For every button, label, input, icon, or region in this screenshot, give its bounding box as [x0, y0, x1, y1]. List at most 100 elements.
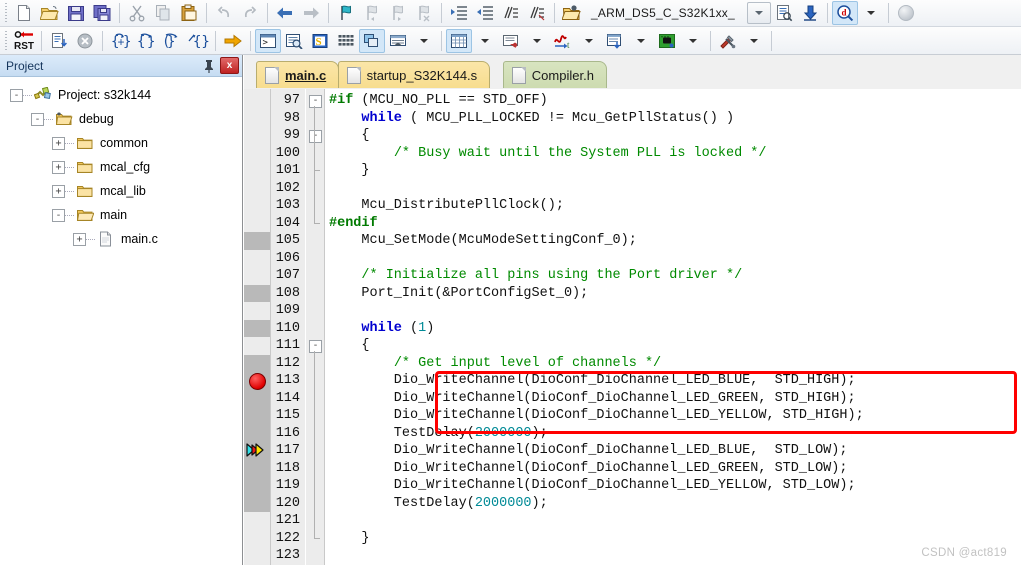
- step-over-icon[interactable]: {}: [133, 29, 159, 53]
- editor-code-area[interactable]: #if (MCU_NO_PLL == STD_OFF) while ( MCU_…: [325, 89, 1021, 565]
- symbols-icon[interactable]: S: [307, 29, 333, 53]
- command-window-icon[interactable]: >: [255, 28, 281, 53]
- code-line[interactable]: Mcu_SetMode(McuModeSettingConf_0);: [325, 232, 1021, 250]
- step-out-icon[interactable]: (}: [159, 29, 185, 53]
- indent-decrease-icon[interactable]: [472, 1, 498, 25]
- copy-icon[interactable]: [150, 1, 176, 25]
- code-line[interactable]: #endif: [325, 215, 1021, 233]
- code-line[interactable]: TestDelay(2000000);: [325, 495, 1021, 513]
- code-line[interactable]: /* Get input level of channels */: [325, 355, 1021, 373]
- tab-compiler-h[interactable]: Compiler.h: [502, 61, 607, 88]
- code-line[interactable]: {: [325, 127, 1021, 145]
- project-target-dropdown[interactable]: [747, 2, 771, 24]
- code-line[interactable]: }: [325, 530, 1021, 548]
- current-execution-marker[interactable]: [245, 442, 269, 458]
- expand-icon[interactable]: +: [73, 232, 86, 246]
- comment-icon[interactable]: [498, 1, 524, 25]
- code-line[interactable]: /* Busy wait until the System PLL is loc…: [325, 145, 1021, 163]
- system-viewer-dropdown[interactable]: [680, 29, 706, 53]
- step-into-icon[interactable]: {}+: [107, 29, 133, 53]
- code-line[interactable]: Dio_WriteChannel(DioConf_DioChannel_LED_…: [325, 477, 1021, 495]
- watch-window-dropdown[interactable]: [411, 29, 437, 53]
- fold-toggle-111[interactable]: -: [309, 340, 322, 353]
- expand-icon[interactable]: +: [52, 136, 65, 150]
- expand-icon[interactable]: +: [52, 160, 65, 174]
- tree-item-mcal-lib[interactable]: + mcal_lib: [0, 179, 242, 203]
- toolbar-grip[interactable]: [2, 3, 9, 23]
- project-options-icon[interactable]: [771, 1, 797, 25]
- bookmark-next-icon[interactable]: [385, 1, 411, 25]
- code-line[interactable]: Dio_WriteChannel(DioConf_DioChannel_LED_…: [325, 442, 1021, 460]
- toolbox-icon[interactable]: [715, 29, 741, 53]
- open-project-icon[interactable]: [559, 1, 585, 25]
- code-line[interactable]: #if (MCU_NO_PLL == STD_OFF): [325, 92, 1021, 110]
- trace-icon[interactable]: [602, 29, 628, 53]
- fold-toggle-97[interactable]: -: [309, 95, 322, 108]
- fold-toggle-99[interactable]: -: [309, 130, 322, 143]
- run-to-cursor-icon[interactable]: {}: [185, 29, 211, 53]
- code-line[interactable]: {: [325, 337, 1021, 355]
- serial-window-icon[interactable]: [498, 29, 524, 53]
- tree-item-common[interactable]: + common: [0, 131, 242, 155]
- code-line[interactable]: Mcu_DistributePllClock();: [325, 197, 1021, 215]
- tab-startup-s32k144-s[interactable]: startup_S32K144.s: [337, 61, 491, 88]
- project-target-combo[interactable]: _ARM_DS5_C_S32K1xx_: [585, 3, 747, 23]
- code-line[interactable]: TestDelay(2000000);: [325, 425, 1021, 443]
- code-line[interactable]: Dio_WriteChannel(DioConf_DioChannel_LED_…: [325, 390, 1021, 408]
- save-icon[interactable]: [63, 1, 89, 25]
- toolbox-dropdown[interactable]: [741, 29, 767, 53]
- code-line[interactable]: Dio_WriteChannel(DioConf_DioChannel_LED_…: [325, 460, 1021, 478]
- system-viewer-icon[interactable]: [654, 29, 680, 53]
- pin-icon[interactable]: [201, 58, 217, 74]
- code-line[interactable]: /* Initialize all pins using the Port dr…: [325, 267, 1021, 285]
- editor-fold-margin[interactable]: - - -: [306, 89, 325, 565]
- code-editor[interactable]: 97 98 99 100 101 102 103 104 105 106 107 108 109 110 1…: [244, 89, 1021, 565]
- code-line[interactable]: Port_Init(&PortConfigSet_0);: [325, 285, 1021, 303]
- code-line[interactable]: [325, 512, 1021, 530]
- bookmark-icon[interactable]: [333, 1, 359, 25]
- collapse-icon[interactable]: -: [10, 88, 23, 102]
- code-line[interactable]: [325, 302, 1021, 320]
- collapse-icon[interactable]: -: [52, 208, 65, 222]
- tree-item-project-s32k144[interactable]: - Project: s32k144: [0, 83, 242, 107]
- editor-marker-margin[interactable]: [244, 89, 271, 565]
- reset-icon[interactable]: RST: [11, 29, 37, 53]
- undo-icon[interactable]: [211, 1, 237, 25]
- stop-debug-icon[interactable]: [72, 29, 98, 53]
- serial-window-dropdown[interactable]: [524, 29, 550, 53]
- cut-icon[interactable]: [124, 1, 150, 25]
- download-icon[interactable]: [797, 1, 823, 25]
- code-line[interactable]: Dio_WriteChannel(DioConf_DioChannel_LED_…: [325, 372, 1021, 390]
- indent-increase-icon[interactable]: [446, 1, 472, 25]
- go-icon[interactable]: [220, 29, 246, 53]
- code-line[interactable]: Dio_WriteChannel(DioConf_DioChannel_LED_…: [325, 407, 1021, 425]
- back-arrow-icon[interactable]: [272, 1, 298, 25]
- code-line[interactable]: [325, 547, 1021, 565]
- tree-item-main[interactable]: - main: [0, 203, 242, 227]
- bookmark-clear-icon[interactable]: [411, 1, 437, 25]
- open-folder-icon[interactable]: [37, 1, 63, 25]
- registers-icon[interactable]: [333, 29, 359, 53]
- call-stack-icon[interactable]: [359, 28, 385, 53]
- analysis-icon[interactable]: t: [550, 29, 576, 53]
- analysis-dropdown[interactable]: [576, 29, 602, 53]
- tab-main-c[interactable]: main.c: [256, 61, 340, 88]
- tree-item-mcal-cfg[interactable]: + mcal_cfg: [0, 155, 242, 179]
- run-to-line-icon[interactable]: [46, 29, 72, 53]
- toolbar-grip[interactable]: [2, 30, 9, 51]
- new-file-icon[interactable]: [11, 1, 37, 25]
- trace-dropdown[interactable]: [628, 29, 654, 53]
- close-icon[interactable]: x: [220, 57, 239, 74]
- uncomment-icon[interactable]: [524, 1, 550, 25]
- code-line[interactable]: }: [325, 162, 1021, 180]
- find-in-files-icon[interactable]: d: [832, 1, 858, 25]
- code-line[interactable]: [325, 180, 1021, 198]
- redo-icon[interactable]: [237, 1, 263, 25]
- tree-item-main-c[interactable]: + main.c: [0, 227, 242, 251]
- expand-icon[interactable]: +: [52, 184, 65, 198]
- save-all-icon[interactable]: [89, 1, 115, 25]
- memory-window-icon[interactable]: [446, 28, 472, 53]
- code-line[interactable]: while (1): [325, 320, 1021, 338]
- find-in-files-dropdown[interactable]: [858, 1, 884, 25]
- collapse-icon[interactable]: -: [31, 112, 44, 126]
